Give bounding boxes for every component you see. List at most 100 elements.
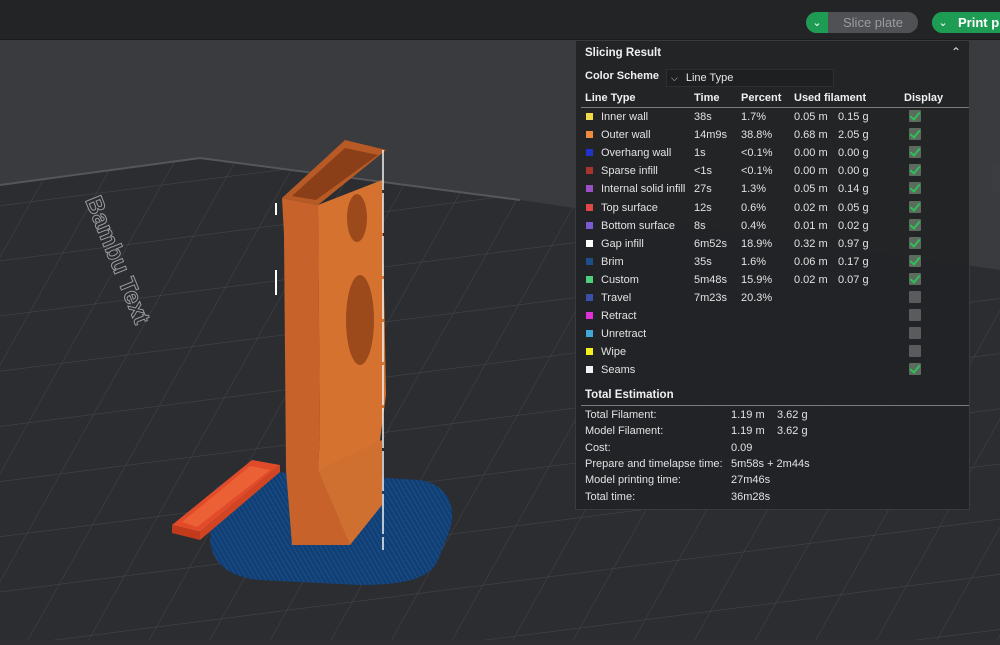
header-used-filament: Used filament — [794, 92, 867, 104]
header-line-type: Line Type — [585, 92, 636, 104]
color-swatch — [586, 348, 593, 356]
color-swatch — [586, 294, 593, 301]
table-row: Gap infill 6m52s 18.9% 0.32 m 0.97 g — [576, 235, 971, 253]
total-row: Cost: 0.09 — [576, 440, 971, 456]
display-checkbox[interactable] — [909, 218, 921, 231]
table-row: Bottom surface 8s 0.4% 0.01 m 0.02 g — [576, 217, 971, 235]
print-plate-button[interactable]: ⌄ Print p — [932, 12, 1000, 33]
color-swatch — [586, 203, 593, 211]
color-swatch — [586, 366, 593, 374]
total-label: Model Filament: — [585, 425, 664, 438]
line-type-percent: <0.1% — [741, 165, 773, 178]
line-type-name: Brim — [601, 255, 624, 268]
color-swatch — [586, 239, 593, 247]
display-checkbox[interactable] — [909, 291, 921, 303]
print-dropdown-chevron-icon[interactable]: ⌄ — [932, 12, 954, 33]
total-estimation-title: Total Estimation — [585, 389, 674, 401]
line-type-meters: 0.05 m — [794, 111, 828, 123]
total-divider — [581, 405, 969, 406]
line-type-meters: 0.00 m — [794, 147, 828, 160]
line-type-meters: 0.32 m — [794, 237, 828, 250]
line-type-name: Seams — [601, 364, 636, 377]
total-label: Total time: — [585, 490, 636, 503]
line-type-meters: 0.05 m — [794, 183, 828, 196]
chevron-down-icon: ⌵ — [671, 72, 678, 83]
header-time: Time — [694, 92, 720, 104]
color-scheme-value: Line Type — [685, 72, 734, 84]
color-swatch — [586, 257, 593, 265]
display-checkbox[interactable] — [909, 327, 921, 340]
line-type-time: 35s — [694, 255, 712, 268]
line-type-name: Internal solid infill — [601, 183, 686, 196]
line-type-meters: 0.02 m — [794, 273, 828, 286]
line-type-name: Retract — [601, 310, 637, 323]
color-swatch — [586, 275, 593, 283]
total-label: Total Filament: — [585, 409, 657, 421]
line-type-name: Inner wall — [601, 111, 649, 123]
line-type-grams: 0.15 g — [838, 111, 869, 123]
line-type-percent: 18.9% — [741, 237, 773, 250]
total-value: 27m46s — [731, 474, 771, 487]
display-checkbox[interactable] — [909, 309, 921, 322]
line-type-grams: 0.14 g — [838, 183, 869, 196]
display-checkbox[interactable] — [909, 363, 921, 376]
total-row: Prepare and timelapse time: 5m58s + 2m44s — [576, 456, 971, 472]
total-label: Model printing time: — [585, 474, 681, 487]
line-type-time: 6m52s — [694, 237, 728, 250]
table-row: Overhang wall 1s <0.1% 0.00 m 0.00 g — [576, 144, 971, 162]
table-row: Top surface 12s 0.6% 0.02 m 0.05 g — [576, 199, 971, 217]
line-type-time: 12s — [694, 201, 712, 214]
display-checkbox[interactable] — [909, 182, 921, 195]
line-type-percent: 1.7% — [741, 111, 767, 123]
total-label: Cost: — [585, 441, 611, 454]
color-swatch — [586, 131, 593, 139]
table-row: Wipe — [576, 343, 971, 361]
color-swatch — [586, 113, 593, 120]
line-type-percent: <0.1% — [741, 147, 773, 160]
slice-dropdown-chevron-icon[interactable]: ⌄ — [806, 12, 828, 33]
table-row: Sparse infill <1s <0.1% 0.00 m 0.00 g — [576, 162, 971, 180]
color-scheme-label: Color Scheme — [585, 70, 659, 82]
display-checkbox[interactable] — [909, 272, 921, 285]
display-checkbox[interactable] — [909, 254, 921, 267]
header-display: Display — [904, 92, 944, 104]
line-type-name: Unretract — [601, 328, 647, 341]
display-checkbox[interactable] — [909, 128, 921, 141]
line-type-name: Custom — [601, 273, 639, 286]
color-swatch — [586, 312, 593, 320]
line-type-percent: 20.3% — [741, 292, 773, 304]
line-type-grams: 0.02 g — [838, 219, 869, 232]
display-checkbox[interactable] — [909, 110, 921, 122]
line-type-name: Top surface — [601, 201, 658, 214]
display-checkbox[interactable] — [909, 164, 921, 177]
line-type-grams: 2.05 g — [838, 129, 869, 142]
total-value: 5m58s + 2m44s — [731, 457, 810, 470]
total-value-secondary: 3.62 g — [777, 425, 808, 438]
total-value: 1.19 m — [731, 409, 765, 421]
table-row: Inner wall 38s 1.7% 0.05 m 0.15 g — [576, 108, 971, 126]
slicing-result-panel: Slicing Result ⌃︎ Color Scheme ⌵ Line Ty… — [575, 40, 970, 510]
print-plate-label: Print p — [958, 15, 1000, 30]
display-checkbox[interactable] — [909, 200, 921, 213]
display-checkbox[interactable] — [909, 236, 921, 249]
display-checkbox[interactable] — [909, 345, 921, 358]
total-row: Model Filament: 1.19 m 3.62 g — [576, 423, 971, 439]
color-swatch — [586, 149, 593, 157]
table-row: Retract — [576, 307, 971, 325]
line-type-name: Travel — [601, 292, 632, 304]
total-row: Model printing time: 27m46s — [576, 472, 971, 488]
side-toolbar-tab[interactable] — [992, 165, 1000, 193]
display-checkbox[interactable] — [909, 146, 921, 159]
top-toolbar: ⌄ Slice plate ⌄ Print p — [0, 0, 1000, 40]
color-scheme-select[interactable]: ⌵ Line Type — [666, 69, 834, 87]
line-type-time: 7m23s — [694, 292, 728, 304]
table-row: Brim 35s 1.6% 0.06 m 0.17 g — [576, 253, 971, 271]
color-swatch — [586, 221, 593, 229]
line-type-percent: 38.8% — [741, 129, 773, 142]
header-percent: Percent — [741, 92, 782, 104]
table-row: Travel 7m23s 20.3% — [576, 289, 971, 307]
table-row: Seams — [576, 361, 971, 379]
collapse-icon[interactable]: ⌃︎ — [951, 45, 961, 59]
total-value: 36m28s — [731, 490, 771, 503]
slice-plate-button[interactable]: ⌄ Slice plate — [806, 12, 918, 33]
